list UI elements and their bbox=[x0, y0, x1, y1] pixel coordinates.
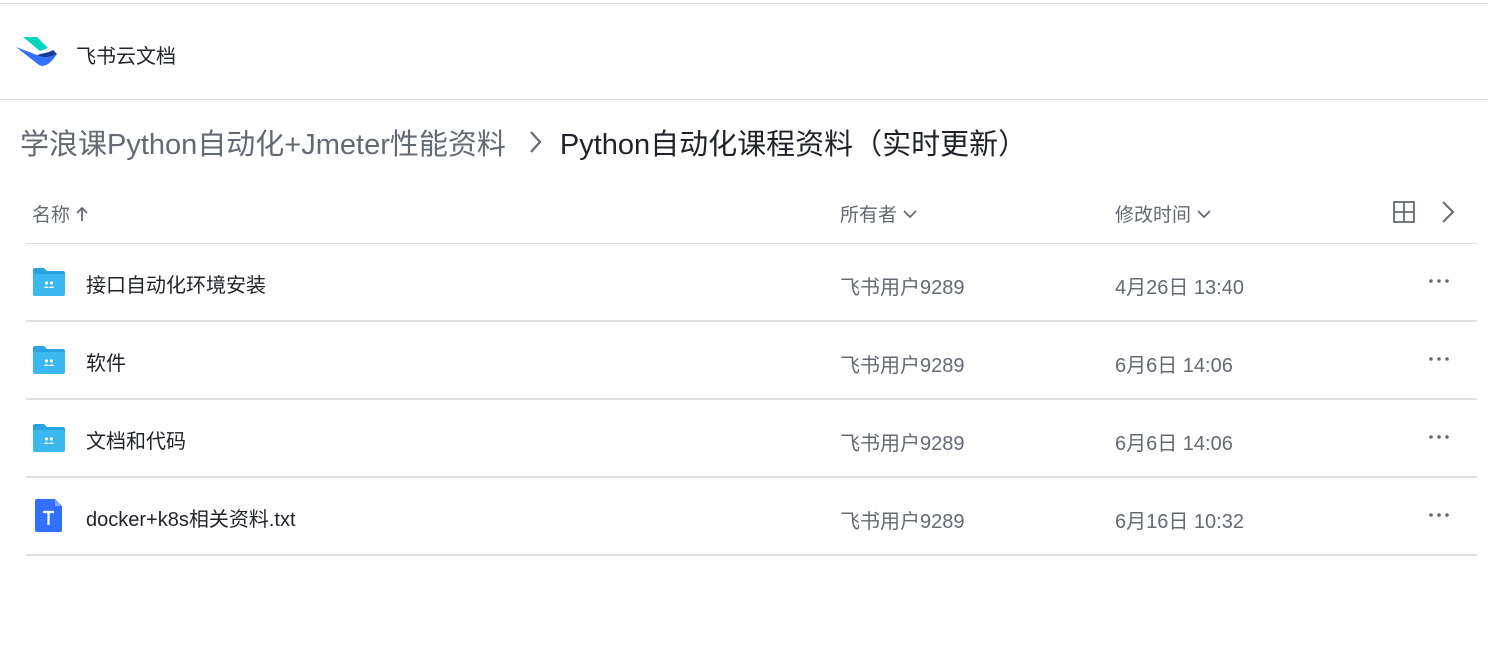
breadcrumb: 学浪课Python自动化+Jmeter性能资料 Python自动化课程资料（实时… bbox=[20, 120, 1027, 164]
breadcrumb-parent-folder[interactable]: 学浪课Python自动化+Jmeter性能资料 bbox=[20, 121, 506, 163]
file-list-header: 名称 所有者 修改时间 bbox=[26, 180, 1477, 244]
file-name[interactable]: 接口自动化环境安装 bbox=[86, 269, 266, 298]
file-owner: 飞书用户9289 bbox=[840, 511, 965, 533]
column-owner-label: 所有者 bbox=[840, 205, 898, 226]
file-row[interactable]: 文档和代码 飞书用户9289 6月6日 14:06 bbox=[26, 400, 1477, 478]
file-list: 名称 所有者 修改时间 接口自动化环境安装 飞书用户9289 4月26日 13:… bbox=[26, 180, 1477, 556]
txt-file-icon bbox=[35, 499, 62, 532]
file-name[interactable]: docker+k8s相关资料.txt bbox=[86, 503, 296, 532]
more-icon[interactable] bbox=[1426, 502, 1452, 528]
more-icon[interactable] bbox=[1426, 346, 1452, 372]
shared-folder-icon bbox=[33, 346, 65, 374]
file-list-body: 接口自动化环境安装 飞书用户9289 4月26日 13:40 软件 飞书用户9289 6… bbox=[26, 244, 1477, 556]
chevron-down-icon bbox=[1197, 209, 1211, 218]
file-name[interactable]: 文档和代码 bbox=[86, 425, 186, 454]
arrow-up-icon bbox=[76, 206, 88, 221]
column-header-name[interactable]: 名称 bbox=[32, 200, 90, 227]
chevron-right-icon[interactable] bbox=[1436, 199, 1460, 225]
chevron-down-icon bbox=[903, 209, 917, 218]
breadcrumb-separator-icon bbox=[528, 130, 542, 154]
file-owner: 飞书用户9289 bbox=[840, 433, 965, 455]
file-modified-time: 4月26日 13:40 bbox=[1115, 277, 1244, 299]
shared-folder-icon bbox=[33, 268, 65, 296]
more-icon[interactable] bbox=[1426, 268, 1452, 294]
app-header: 飞书云文档 bbox=[0, 4, 1488, 100]
file-modified-time: 6月16日 10:32 bbox=[1115, 511, 1244, 533]
column-header-owner[interactable]: 所有者 bbox=[840, 200, 919, 227]
file-row[interactable]: docker+k8s相关资料.txt 飞书用户9289 6月16日 10:32 bbox=[26, 478, 1477, 556]
file-row[interactable]: 软件 飞书用户9289 6月6日 14:06 bbox=[26, 322, 1477, 400]
file-owner: 飞书用户9289 bbox=[840, 355, 965, 377]
file-name[interactable]: 软件 bbox=[86, 347, 126, 376]
column-name-label: 名称 bbox=[32, 205, 71, 226]
file-modified-time: 6月6日 14:06 bbox=[1115, 433, 1233, 455]
file-row[interactable]: 接口自动化环境安装 飞书用户9289 4月26日 13:40 bbox=[26, 244, 1477, 322]
file-owner: 飞书用户9289 bbox=[840, 277, 965, 299]
shared-folder-icon bbox=[33, 424, 65, 452]
breadcrumb-current-folder: Python自动化课程资料（实时更新） bbox=[559, 129, 1028, 161]
grid-view-icon[interactable] bbox=[1392, 200, 1416, 224]
column-modified-label: 修改时间 bbox=[1115, 205, 1192, 226]
more-icon[interactable] bbox=[1426, 424, 1452, 450]
column-header-modified[interactable]: 修改时间 bbox=[1115, 200, 1213, 227]
file-modified-time: 6月6日 14:06 bbox=[1115, 355, 1233, 377]
feishu-logo-icon[interactable] bbox=[15, 35, 59, 71]
app-title[interactable]: 飞书云文档 bbox=[76, 40, 176, 69]
